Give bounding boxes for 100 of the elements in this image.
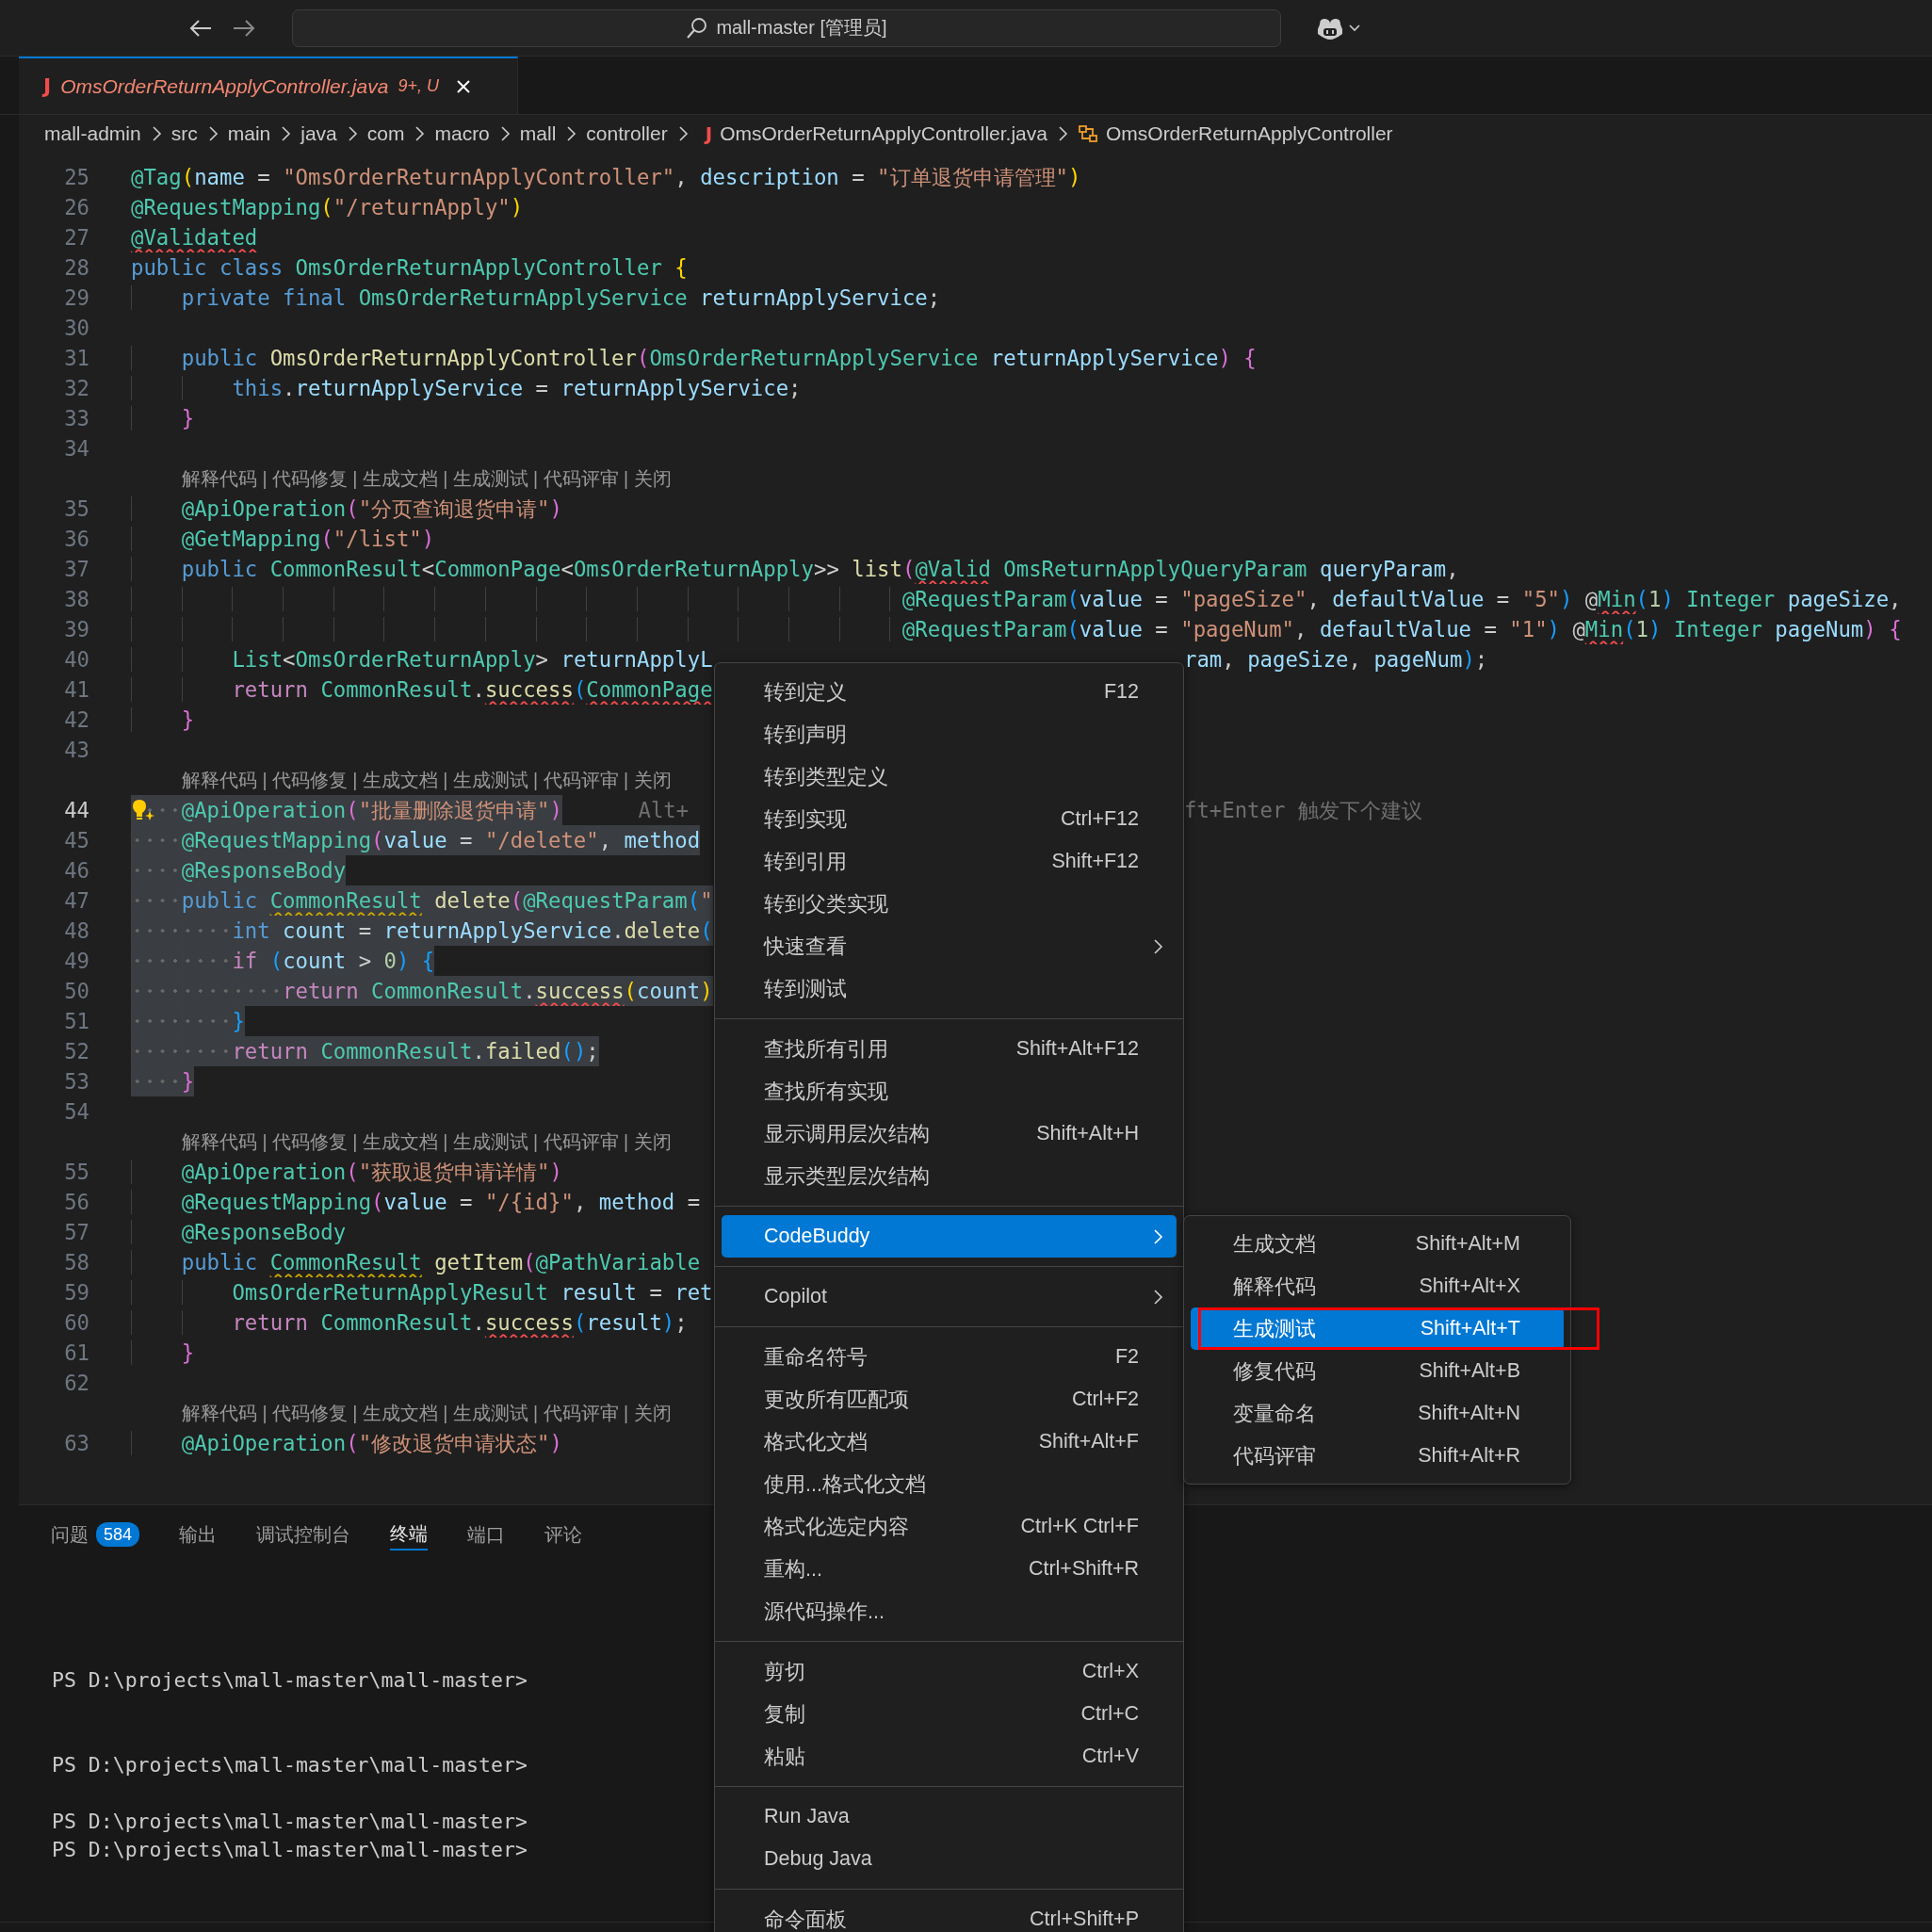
breadcrumb-item[interactable]: main: [227, 122, 271, 145]
codelens-actions[interactable]: 解释代码 | 代码修复 | 生成文档 | 生成测试 | 代码评审 | 关闭: [182, 765, 672, 795]
code-line: @ResponseBody: [131, 1217, 347, 1247]
forward-arrow-icon[interactable]: [232, 17, 256, 39]
count-badge: 584: [96, 1522, 140, 1547]
code-line: this.returnApplyService = returnApplyService;: [131, 373, 802, 403]
breadcrumb-item[interactable]: java: [300, 122, 337, 145]
line-number: 44: [63, 797, 90, 824]
codelens-actions[interactable]: 解释代码 | 代码修复 | 生成文档 | 生成测试 | 代码评审 | 关闭: [182, 1127, 672, 1157]
tab-status: 9+, U: [398, 76, 439, 96]
menu-item[interactable]: 粘贴 Ctrl+V: [722, 1735, 1177, 1778]
codelens-actions[interactable]: 解释代码 | 代码修复 | 生成文档 | 生成测试 | 代码评审 | 关闭: [182, 1398, 672, 1428]
line-number: 35: [63, 495, 90, 523]
menu-item[interactable]: CodeBuddy: [722, 1215, 1177, 1258]
chevron-right-icon: [565, 125, 577, 142]
menu-item[interactable]: 转到引用 Shift+F12: [722, 840, 1177, 883]
menu-item[interactable]: 修复代码 Shift+Alt+B: [1191, 1350, 1564, 1392]
terminal-line: PS D:\projects\mall-master\mall-master>: [52, 1809, 528, 1835]
menu-item[interactable]: Copilot: [722, 1275, 1177, 1318]
panel-tab[interactable]: 输出: [179, 1518, 218, 1550]
menu-item[interactable]: 显示类型层次结构: [722, 1155, 1177, 1197]
code-line: @RequestMapping(value = "/{id}", method =: [131, 1187, 701, 1217]
panel-tab[interactable]: 终端: [390, 1518, 429, 1550]
code-line: @RequestMapping("/returnApply"): [131, 194, 524, 221]
code-line: public CommonResult<CommonPage<OmsOrderReturnApply>> list(@Valid OmsReturnApplyQueryParam queryParam,: [131, 554, 1459, 584]
menu-item[interactable]: 查找所有引用 Shift+Alt+F12: [722, 1028, 1177, 1070]
menu-item[interactable]: 解释代码 Shift+Alt+X: [1191, 1265, 1564, 1307]
line-number: 47: [63, 887, 90, 915]
line-number: 54: [63, 1098, 90, 1126]
code-line: public class OmsOrderReturnApplyController {: [131, 254, 688, 282]
menu-item[interactable]: 快速查看: [722, 925, 1177, 967]
code-line: @GetMapping("/list"): [131, 524, 435, 554]
back-arrow-icon[interactable]: [188, 17, 213, 39]
menu-item[interactable]: 显示调用层次结构 Shift+Alt+H: [722, 1112, 1177, 1155]
line-number: 51: [63, 1008, 90, 1035]
terminal-line: PS D:\projects\mall-master\mall-master>: [52, 1837, 528, 1863]
panel-tab[interactable]: 端口: [467, 1518, 506, 1550]
menu-item[interactable]: 代码评审 Shift+Alt+R: [1191, 1435, 1564, 1477]
code-line: }: [131, 403, 195, 433]
chevron-right-icon: [346, 125, 358, 142]
menu-item[interactable]: 重命名符号 F2: [722, 1336, 1177, 1378]
terminal-line: PS D:\projects\mall-master\mall-master>: [52, 1752, 528, 1778]
line-number: 41: [63, 676, 90, 704]
search-icon: [686, 16, 709, 40]
code-line: @ApiOperation("分页查询退货申请"): [131, 494, 562, 524]
menu-item[interactable]: Debug Java: [722, 1838, 1177, 1880]
line-number: 36: [63, 526, 90, 553]
breadcrumb-item[interactable]: mall: [519, 122, 557, 145]
chevron-right-icon: [1056, 125, 1068, 142]
code-line: }: [131, 705, 195, 735]
menu-item[interactable]: 转到父类实现: [722, 883, 1177, 925]
command-center-search[interactable]: mall-master [管理员]: [292, 8, 1281, 47]
menu-item[interactable]: 变量命名 Shift+Alt+N: [1191, 1392, 1564, 1435]
menu-item[interactable]: 复制 Ctrl+C: [722, 1693, 1177, 1735]
panel-tab[interactable]: 问题 584: [51, 1518, 140, 1550]
code-line: @RequestParam(value = "pageSize", defaultValue = "5") @Min(1) Integer pageSize,: [131, 584, 1902, 614]
line-number: 46: [63, 857, 90, 885]
menu-item[interactable]: 命令面板 Ctrl+Shift+P: [722, 1898, 1177, 1932]
menu-item[interactable]: 剪切 Ctrl+X: [722, 1650, 1177, 1693]
menu-item[interactable]: 格式化文档 Shift+Alt+F: [722, 1421, 1177, 1463]
menu-item[interactable]: 查找所有实现: [722, 1070, 1177, 1112]
breadcrumb-item[interactable]: com: [366, 122, 405, 145]
menu-item[interactable]: 转到测试: [722, 967, 1177, 1010]
line-number: 58: [63, 1249, 90, 1276]
line-number: 28: [63, 254, 90, 282]
line-number: 48: [63, 917, 90, 945]
panel-tab[interactable]: 调试控制台: [256, 1518, 351, 1550]
menu-item[interactable]: 源代码操作...: [722, 1590, 1177, 1632]
breadcrumb-item[interactable]: macro: [434, 122, 490, 145]
code-line: private final OmsOrderReturnApplyService returnApplyService;: [131, 283, 941, 313]
code-line: }: [131, 1338, 195, 1368]
menu-item[interactable]: 生成文档 Shift+Alt+M: [1191, 1223, 1564, 1265]
line-number: 45: [63, 827, 90, 854]
line-number: 52: [63, 1038, 90, 1065]
code-line: OmsOrderReturnApplyResult result = ret: [131, 1277, 713, 1307]
menu-item[interactable]: 格式化选定内容 Ctrl+K Ctrl+F: [722, 1505, 1177, 1548]
chevron-down-icon[interactable]: [1348, 23, 1361, 33]
editor-tab[interactable]: J OmsOrderReturnApplyController.java 9+, U: [19, 57, 518, 114]
lightbulb-icon[interactable]: [131, 798, 155, 822]
menu-item[interactable]: 使用...格式化文档: [722, 1463, 1177, 1505]
codelens-actions[interactable]: 解释代码 | 代码修复 | 生成文档 | 生成测试 | 代码评审 | 关闭: [182, 463, 672, 494]
menu-item[interactable]: 转到声明: [722, 713, 1177, 755]
menu-item[interactable]: 转到类型定义: [722, 755, 1177, 798]
menu-item[interactable]: 转到实现 Ctrl+F12: [722, 798, 1177, 840]
menu-item[interactable]: 重构... Ctrl+Shift+R: [722, 1548, 1177, 1590]
breadcrumb-item[interactable]: OmsOrderReturnApplyController: [1105, 122, 1393, 145]
code-line: public OmsOrderReturnApplyController(OmsOrderReturnApplyService returnApplyService) {: [131, 343, 1257, 373]
line-number: 57: [63, 1219, 90, 1246]
breadcrumb-item[interactable]: OmsOrderReturnApplyController.java: [720, 122, 1047, 145]
breadcrumb-item[interactable]: controller: [586, 122, 668, 145]
line-number: 39: [63, 616, 90, 643]
menu-item[interactable]: 转到定义 F12: [722, 671, 1177, 713]
panel-tab[interactable]: 评论: [544, 1518, 583, 1550]
menu-item[interactable]: Run Java: [722, 1795, 1177, 1838]
menu-item[interactable]: 更改所有匹配项 Ctrl+F2: [722, 1378, 1177, 1421]
line-number: 34: [63, 435, 90, 463]
breadcrumb-item[interactable]: mall-admin: [44, 122, 141, 145]
line-number: 50: [63, 978, 90, 1005]
breadcrumb-item[interactable]: src: [170, 122, 198, 145]
close-icon[interactable]: [455, 78, 471, 94]
